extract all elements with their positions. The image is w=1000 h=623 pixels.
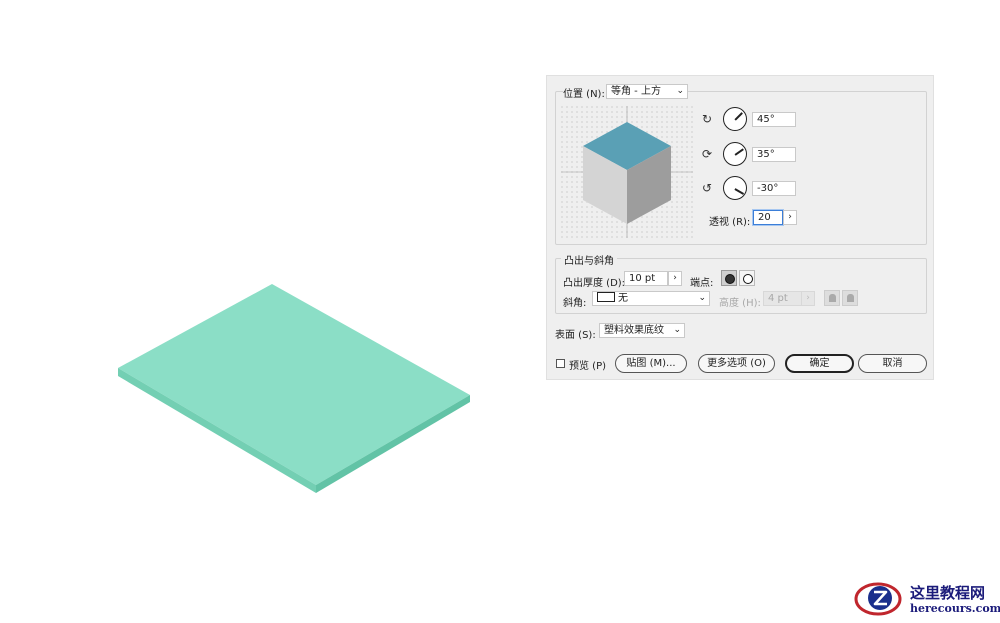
- extrude-bevel-group-title: 凸出与斜角: [561, 252, 617, 267]
- perspective-field[interactable]: 20: [753, 210, 783, 225]
- watermark-title: 这里教程网: [910, 584, 986, 602]
- rotate-y-dial[interactable]: [723, 142, 747, 166]
- chevron-down-icon: ⌄: [698, 293, 706, 303]
- rotate-x-field[interactable]: 45°: [752, 112, 796, 127]
- cancel-button[interactable]: 取消: [858, 354, 927, 373]
- cap-off-button[interactable]: [739, 270, 755, 286]
- slab-top-face: [118, 284, 470, 485]
- height-label: 高度 (H):: [719, 298, 761, 309]
- preview-label: 预览 (P): [569, 361, 607, 372]
- site-logo-icon: [854, 582, 902, 616]
- preview-checkbox[interactable]: [556, 359, 565, 368]
- extrude-depth-stepper[interactable]: ›: [668, 271, 682, 286]
- extrude-bevel-dialog: 位置 (N): 等角 - 上方 ⌄ ↻ 45° ⟳ 35° ↺ -30° 透视 …: [546, 75, 934, 380]
- rotate-z-field[interactable]: -30°: [752, 181, 796, 196]
- chevron-down-icon: ⌄: [676, 86, 684, 96]
- more-options-button[interactable]: 更多选项 (O): [698, 354, 775, 373]
- surface-select[interactable]: 塑料效果底纹 ⌄: [599, 323, 685, 338]
- perspective-label: 透视 (R):: [709, 217, 751, 228]
- rotate-y-icon: ⟳: [702, 147, 713, 161]
- watermark-url: herecours.com: [910, 602, 1000, 615]
- extrude-depth-field[interactable]: 10 pt: [624, 271, 668, 286]
- map-button[interactable]: 贴图 (M)...: [615, 354, 687, 373]
- position-label: 位置 (N):: [563, 85, 607, 100]
- surface-label: 表面 (S):: [555, 330, 596, 341]
- ok-button[interactable]: 确定: [785, 354, 854, 373]
- rotate-z-icon: ↺: [702, 181, 713, 195]
- position-select[interactable]: 等角 - 上方 ⌄: [606, 84, 688, 99]
- bevel-select[interactable]: 无 ⌄: [592, 291, 710, 306]
- height-stepper[interactable]: ›: [801, 291, 815, 306]
- rotation-cube-preview[interactable]: [561, 106, 693, 238]
- bevel-none-icon: [597, 292, 615, 302]
- rotate-y-field[interactable]: 35°: [752, 147, 796, 162]
- height-field[interactable]: 4 pt: [763, 291, 803, 306]
- cap-label: 端点:: [690, 278, 714, 289]
- cap-on-button[interactable]: [721, 270, 737, 286]
- bevel-in-button[interactable]: [842, 290, 858, 306]
- rotate-x-icon: ↻: [702, 112, 713, 126]
- bevel-out-button[interactable]: [824, 290, 840, 306]
- extrude-depth-label: 凸出厚度 (D):: [563, 278, 626, 289]
- rotate-z-dial[interactable]: [723, 176, 747, 200]
- perspective-stepper[interactable]: ›: [783, 210, 797, 225]
- rotate-x-dial[interactable]: [723, 107, 747, 131]
- chevron-down-icon: ⌄: [673, 325, 681, 335]
- bevel-label: 斜角:: [563, 298, 587, 309]
